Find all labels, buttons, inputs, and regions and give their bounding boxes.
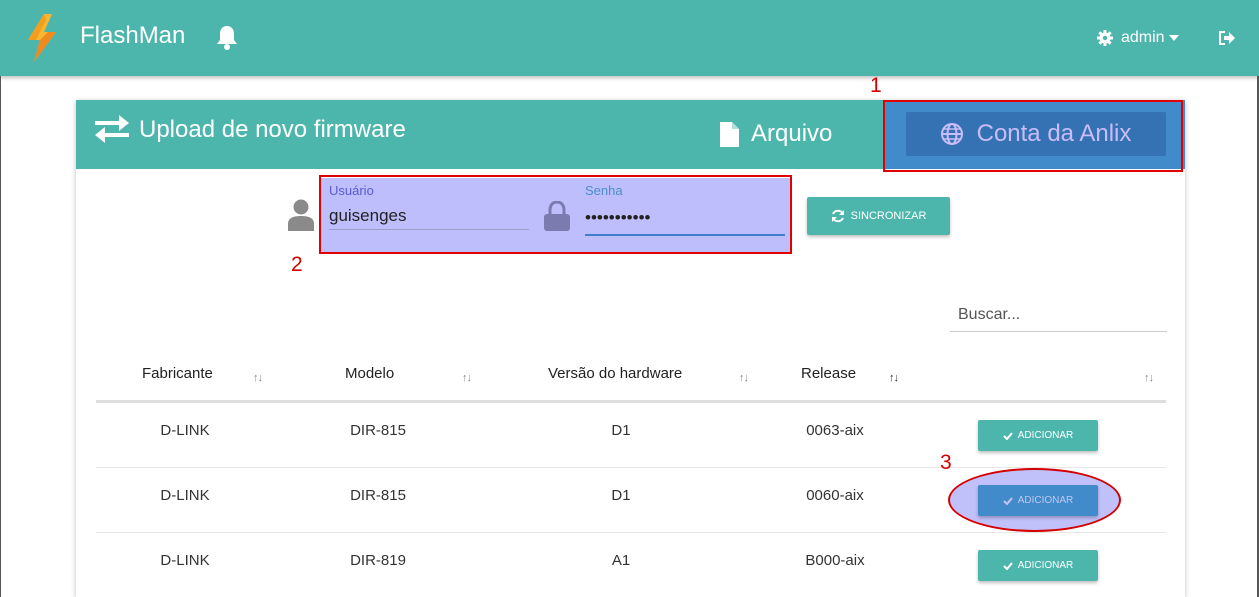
refresh-icon xyxy=(831,209,844,223)
sync-button[interactable]: SINCRONIZAR xyxy=(807,197,950,235)
add-button[interactable]: ADICIONAR xyxy=(978,420,1098,451)
table-cell-fabricante: D-LINK xyxy=(160,422,210,439)
person-icon xyxy=(288,199,314,231)
add-button-label: ADICIONAR xyxy=(1017,560,1074,571)
add-button-label: ADICIONAR xyxy=(1017,495,1074,506)
annotation-number-3: 3 xyxy=(940,451,952,474)
column-header-release[interactable]: Release xyxy=(801,365,856,382)
row-divider xyxy=(96,467,1166,468)
tab-conta-anlix[interactable]: Conta da Anlix xyxy=(906,112,1166,156)
logout-icon[interactable] xyxy=(1217,29,1237,47)
check-icon xyxy=(1003,561,1013,570)
lock-icon xyxy=(544,201,570,231)
check-icon xyxy=(1003,496,1013,505)
search-input[interactable] xyxy=(950,299,1167,332)
annotation-number-1: 1 xyxy=(870,74,882,97)
file-icon xyxy=(720,121,739,147)
sort-icon-versao[interactable]: ↑↓ xyxy=(739,372,749,384)
table-cell-versao: D1 xyxy=(611,487,631,504)
add-button-label: ADICIONAR xyxy=(1017,430,1074,441)
exchange-arrows-icon xyxy=(95,115,129,143)
table-cell-release: 0060-aix xyxy=(806,487,864,504)
table-cell-versao: D1 xyxy=(611,422,631,439)
tab-conta-anlix-label: Conta da Anlix xyxy=(976,120,1132,147)
sync-button-label: SINCRONIZAR xyxy=(850,210,927,222)
table-cell-modelo: DIR-815 xyxy=(350,422,406,439)
check-icon xyxy=(1003,431,1013,440)
globe-icon xyxy=(940,123,963,145)
card-title: Upload de novo firmware xyxy=(139,116,406,143)
add-button[interactable]: ADICIONAR xyxy=(978,485,1098,516)
gear-icon xyxy=(1097,30,1113,46)
column-header-modelo[interactable]: Modelo xyxy=(345,365,394,382)
tab-anlix-area: Conta da Anlix xyxy=(884,100,1185,169)
bell-icon[interactable] xyxy=(215,24,239,50)
user-menu[interactable]: admin xyxy=(1097,28,1179,48)
chevron-down-icon xyxy=(1168,35,1179,41)
table-cell-release: B000-aix xyxy=(805,552,865,569)
firmware-upload-card: Upload de novo firmware Arquivo Conta da… xyxy=(76,100,1185,597)
column-header-fabricante[interactable]: Fabricante xyxy=(142,365,213,382)
user-name: admin xyxy=(1121,29,1165,46)
top-navbar: FlashMan admin xyxy=(0,0,1259,76)
column-header-versao[interactable]: Versão do hardware xyxy=(548,365,682,382)
sort-icon-actions[interactable]: ↑↓ xyxy=(1144,372,1154,384)
window-border-left xyxy=(0,76,1,597)
sort-icon-fabricante[interactable]: ↑↓ xyxy=(253,372,263,384)
tab-arquivo[interactable]: Arquivo xyxy=(720,120,832,148)
lightning-logo[interactable] xyxy=(22,12,62,64)
username-label: Usuário xyxy=(329,183,374,198)
table-cell-modelo: DIR-819 xyxy=(350,552,406,569)
card-header: Upload de novo firmware Arquivo Conta da… xyxy=(76,100,1185,169)
table-cell-versao: A1 xyxy=(611,552,631,569)
table-cell-fabricante: D-LINK xyxy=(160,487,210,504)
brand-name[interactable]: FlashMan xyxy=(80,22,185,50)
password-label: Senha xyxy=(585,183,623,198)
table-header-divider xyxy=(96,400,1166,403)
password-input[interactable] xyxy=(585,202,785,236)
tab-arquivo-label: Arquivo xyxy=(751,120,833,147)
sort-icon-modelo[interactable]: ↑↓ xyxy=(462,372,472,384)
table-cell-modelo: DIR-815 xyxy=(350,487,406,504)
add-button[interactable]: ADICIONAR xyxy=(978,550,1098,581)
row-divider xyxy=(96,532,1166,533)
table-cell-release: 0063-aix xyxy=(806,422,864,439)
table-cell-fabricante: D-LINK xyxy=(160,552,210,569)
username-input[interactable] xyxy=(329,202,529,230)
annotation-number-2: 2 xyxy=(291,253,303,276)
sort-icon-release[interactable]: ↑↓ xyxy=(889,372,899,384)
